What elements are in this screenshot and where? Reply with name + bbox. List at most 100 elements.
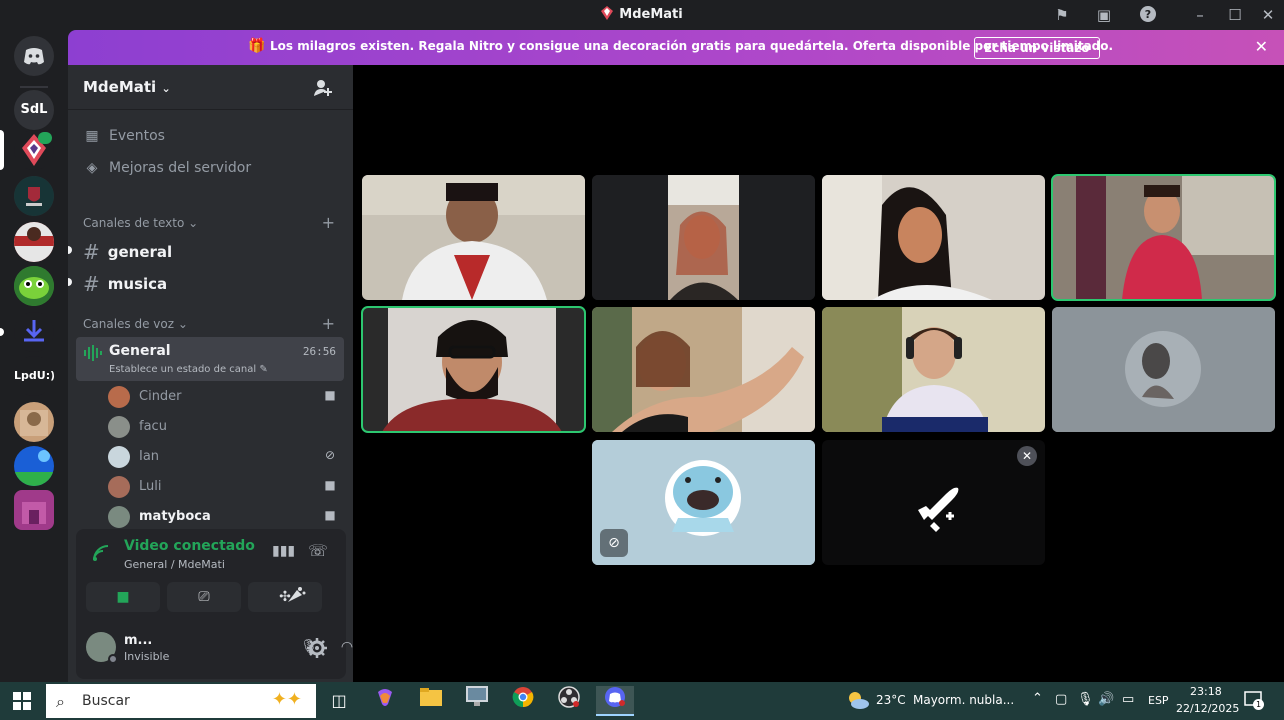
guild-sdl[interactable]: SdL [14, 90, 54, 130]
video-icon: ■ [324, 388, 336, 402]
calendar-icon: ▦ [85, 128, 99, 144]
voice-member[interactable]: Cinder ■ [108, 385, 338, 409]
network-icon[interactable]: ▭ [1122, 692, 1134, 707]
microphone-tray-icon[interactable]: 🎙 [1077, 692, 1094, 707]
guild-red-white[interactable] [14, 222, 54, 262]
minimize-icon[interactable]: – [1190, 5, 1210, 25]
video-tile-avatar[interactable] [1052, 307, 1275, 432]
sparkle-icon: ✦✦ [271, 689, 302, 710]
guild-photo[interactable] [14, 402, 54, 442]
close-banner-icon[interactable]: ✕ [1255, 37, 1268, 56]
video-tile[interactable] [361, 306, 586, 433]
maximize-icon[interactable]: ☐ [1225, 5, 1245, 25]
noise-suppression-icon[interactable]: ▮▮▮ [272, 543, 295, 559]
user-name[interactable]: m... [124, 633, 152, 648]
hash-icon: # [83, 272, 100, 296]
avatar [108, 416, 130, 438]
channel-general[interactable]: # general [83, 240, 172, 264]
video-grid: ⊘ ✕ [353, 65, 1284, 682]
presence-indicator [108, 654, 118, 664]
camera-button[interactable]: ■ [86, 582, 160, 612]
share-screen-button[interactable]: ⎚ [167, 582, 241, 612]
add-text-channel-icon[interactable]: + [322, 213, 335, 232]
chevron-up-icon[interactable]: ⌃ [1032, 691, 1043, 706]
events-item[interactable]: ▦ Eventos [83, 128, 165, 144]
voice-channel-name: General [109, 343, 171, 359]
selected-guild-pill [0, 130, 4, 170]
channel-status[interactable]: Establece un estado de canal ✎ [109, 364, 268, 375]
unread-indicator [68, 278, 72, 286]
guild-lpdu[interactable]: LpdU:) [14, 356, 54, 396]
avatar [108, 506, 130, 528]
weather-temp[interactable]: 23°C [876, 693, 906, 707]
boost-icon: ◈ [86, 160, 98, 176]
voice-elapsed-time: 26:56 [302, 345, 336, 358]
add-member-icon[interactable] [313, 78, 333, 102]
text-channels-category[interactable]: Canales de texto ⌄ [83, 216, 198, 230]
tray-app-icon[interactable]: ▢ [1055, 692, 1067, 707]
video-tile[interactable] [822, 175, 1045, 300]
voice-member[interactable]: matyboca ■ [108, 505, 338, 529]
help-icon[interactable]: ? [1138, 5, 1158, 25]
taskbar-search[interactable]: ⌕ Buscar ✦✦ [46, 684, 316, 718]
language-indicator[interactable]: ESP [1148, 694, 1169, 707]
voice-member[interactable]: facu [108, 415, 338, 439]
close-window-icon[interactable]: ✕ [1258, 5, 1278, 25]
user-status: Invisible [124, 650, 170, 663]
disconnect-icon[interactable]: ☏ [308, 541, 328, 560]
app-icon[interactable] [458, 686, 496, 716]
obs-icon[interactable] [550, 686, 588, 716]
channel-musica[interactable]: # musica [83, 272, 167, 296]
header-divider [68, 109, 353, 110]
server-boosts-item[interactable]: ◈ Mejoras del servidor [83, 160, 252, 176]
volume-icon[interactable]: 🔊 [1098, 692, 1114, 707]
clock-time[interactable]: 23:18 [1190, 685, 1222, 698]
voice-location[interactable]: General / MdeMati [124, 558, 225, 571]
windows-start-icon[interactable] [13, 692, 31, 714]
clock-date[interactable]: 22/12/2025 [1176, 702, 1239, 715]
download-apps-icon[interactable] [14, 312, 54, 352]
unread-indicator [68, 246, 72, 254]
copilot-icon[interactable] [366, 686, 404, 716]
inbox-icon[interactable]: ▣ [1094, 5, 1114, 25]
chrome-icon[interactable] [504, 686, 542, 716]
guild-house[interactable] [14, 490, 54, 530]
soundboard-icon[interactable] [285, 584, 309, 606]
guild-green[interactable] [14, 266, 54, 306]
close-icon[interactable]: ✕ [1017, 446, 1037, 466]
invite-tile[interactable]: ✕ [822, 440, 1045, 565]
banner-cta-button[interactable]: Echa un vistazo [974, 37, 1100, 59]
settings-gear-icon[interactable] [306, 637, 328, 659]
discord-taskbar-icon[interactable] [596, 686, 634, 716]
voice-channel-general[interactable]: General 26:56 Establece un estado de can… [76, 337, 344, 381]
hash-icon: # [83, 240, 100, 264]
notifications-icon[interactable]: 1 [1244, 690, 1264, 710]
file-explorer-icon[interactable] [412, 686, 450, 716]
weather-cloud-icon[interactable] [846, 690, 870, 714]
video-tile[interactable] [592, 175, 815, 300]
title-bar: MdeMati ⚑ ▣ ? – ☐ ✕ [0, 0, 1284, 30]
avatar [108, 446, 130, 468]
video-tile-avatar[interactable]: ⊘ [592, 440, 815, 565]
video-icon: ■ [324, 478, 336, 492]
guild-sky[interactable] [14, 446, 54, 486]
notification-count: 1 [1253, 699, 1264, 710]
flag-icon[interactable]: ⚑ [1052, 5, 1072, 25]
video-tile[interactable] [1051, 174, 1276, 301]
mic-muted-icon: ⊘ [600, 529, 628, 557]
video-tile[interactable] [822, 307, 1045, 432]
weather-text[interactable]: Mayorm. nubla... [913, 693, 1014, 707]
discord-home-icon[interactable] [14, 36, 54, 76]
server-name-header[interactable]: MdeMati ⌄ [83, 78, 171, 96]
mic-muted-icon: ⊘ [324, 448, 336, 462]
video-tile[interactable] [592, 307, 815, 432]
voice-member[interactable]: Ian ⊘ [108, 445, 338, 469]
voice-channels-category[interactable]: Canales de voz ⌄ [83, 317, 188, 331]
guild-shield[interactable] [14, 176, 54, 216]
video-tile[interactable] [362, 175, 585, 300]
task-view-icon[interactable]: ◫ [320, 686, 358, 716]
voice-member[interactable]: Luli ■ [108, 475, 338, 499]
guild-divider [20, 86, 48, 88]
voice-status[interactable]: Video conectado [124, 538, 255, 554]
add-voice-channel-icon[interactable]: + [322, 314, 335, 333]
